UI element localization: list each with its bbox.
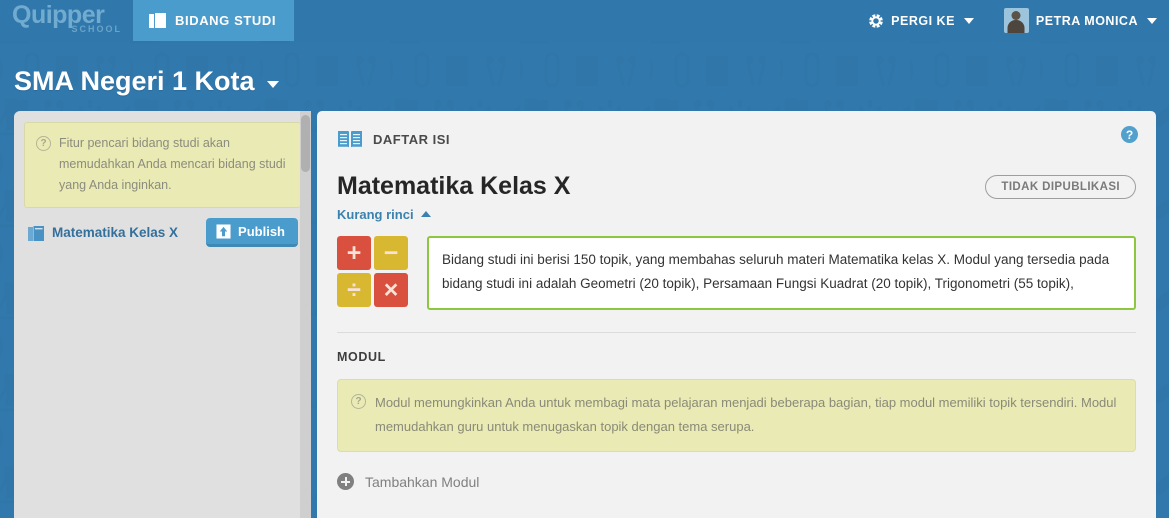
quipper-school-logo[interactable]: Quipper SCHOOL [12,2,124,38]
subject-description-field[interactable]: Bidang studi ini berisi 150 topik, yang … [427,236,1136,310]
school-name: SMA Negeri 1 Kota [14,66,255,96]
sidebar-item-label: Matematika Kelas X [52,225,179,240]
book-icon [28,225,44,241]
question-circle-icon: ? [36,136,51,151]
question-circle-icon: ? [351,394,366,409]
toggle-detail-label: Kurang rinci [337,207,414,222]
tab-bidang-studi[interactable]: BIDANG STUDI [133,0,295,41]
upload-icon [216,224,231,239]
user-name-label: PETRA MONICA [1035,13,1138,28]
subject-title-row: Matematika Kelas X TIDAK DIPUBLIKASI [337,172,1136,201]
gear-icon [868,12,885,29]
toggle-detail-link[interactable]: Kurang rinci [337,207,1136,222]
math-tile-plus: + [337,236,371,270]
chevron-up-icon [420,211,431,217]
subject-description-row: + − ÷ × Bidang studi ini berisi 150 topi… [337,236,1136,333]
subject-sidebar: ? Fitur pencari bidang studi akan memuda… [14,111,311,518]
sidebar-scrollbar-track[interactable] [300,111,311,518]
daftar-isi-label: DAFTAR ISI [373,132,450,147]
status-badge[interactable]: TIDAK DIPUBLIKASI [985,174,1136,199]
chevron-down-icon [1147,17,1157,24]
add-modul-label: Tambahkan Modul [365,473,480,490]
modul-section: MODUL ? Modul memungkinkan Anda untuk me… [317,333,1156,490]
add-modul-button[interactable]: Tambahkan Modul [337,473,1136,490]
chevron-down-icon [266,81,279,88]
user-menu[interactable]: PETRA MONICA [1003,8,1157,33]
avatar [1003,8,1029,33]
chevron-down-icon [963,17,974,24]
main-content-panel: DAFTAR ISI ? Matematika Kelas X TIDAK DI… [317,111,1156,518]
top-nav-right-group: PERGI KE PETRA MONICA [868,0,1157,41]
modul-hint-text: Modul memungkinkan Anda untuk membagi ma… [375,395,1117,434]
top-navigation-bar: Quipper SCHOOL BIDANG STUDI PERGI KE PET… [0,0,1169,41]
pergi-ke-menu[interactable]: PERGI KE [868,12,974,29]
sidebar-hint-text: Fitur pencari bidang studi akan memudahk… [59,136,286,192]
math-tile-divide: ÷ [337,273,371,307]
math-tile-times: × [374,273,408,307]
book-icon [149,13,166,28]
sidebar-scrollbar-thumb[interactable] [301,115,310,172]
help-icon[interactable]: ? [1121,126,1138,143]
tab-bidang-studi-label: BIDANG STUDI [175,13,277,28]
modul-section-label: MODUL [337,350,386,364]
school-selector[interactable]: SMA Negeri 1 Kota [14,66,279,97]
publish-button[interactable]: Publish [206,218,298,247]
page-title: Matematika Kelas X [337,172,571,200]
math-tile-minus: − [374,236,408,270]
main-panel-header: DAFTAR ISI ? Matematika Kelas X TIDAK DI… [317,111,1156,333]
open-book-icon [338,131,362,148]
help-icon-label: ? [1125,127,1134,142]
sidebar-item-matematika-kelas-x[interactable]: Matematika Kelas X Publish [24,208,301,247]
publish-button-label: Publish [238,224,285,239]
pergi-ke-label: PERGI KE [891,13,955,28]
sidebar-hint-box: ? Fitur pencari bidang studi akan memuda… [24,122,301,208]
daftar-isi-heading: DAFTAR ISI [337,129,1136,150]
plus-circle-icon [337,473,354,490]
math-operators-icon: + − ÷ × [337,236,408,307]
modul-hint-box: ? Modul memungkinkan Anda untuk membagi … [337,379,1136,452]
